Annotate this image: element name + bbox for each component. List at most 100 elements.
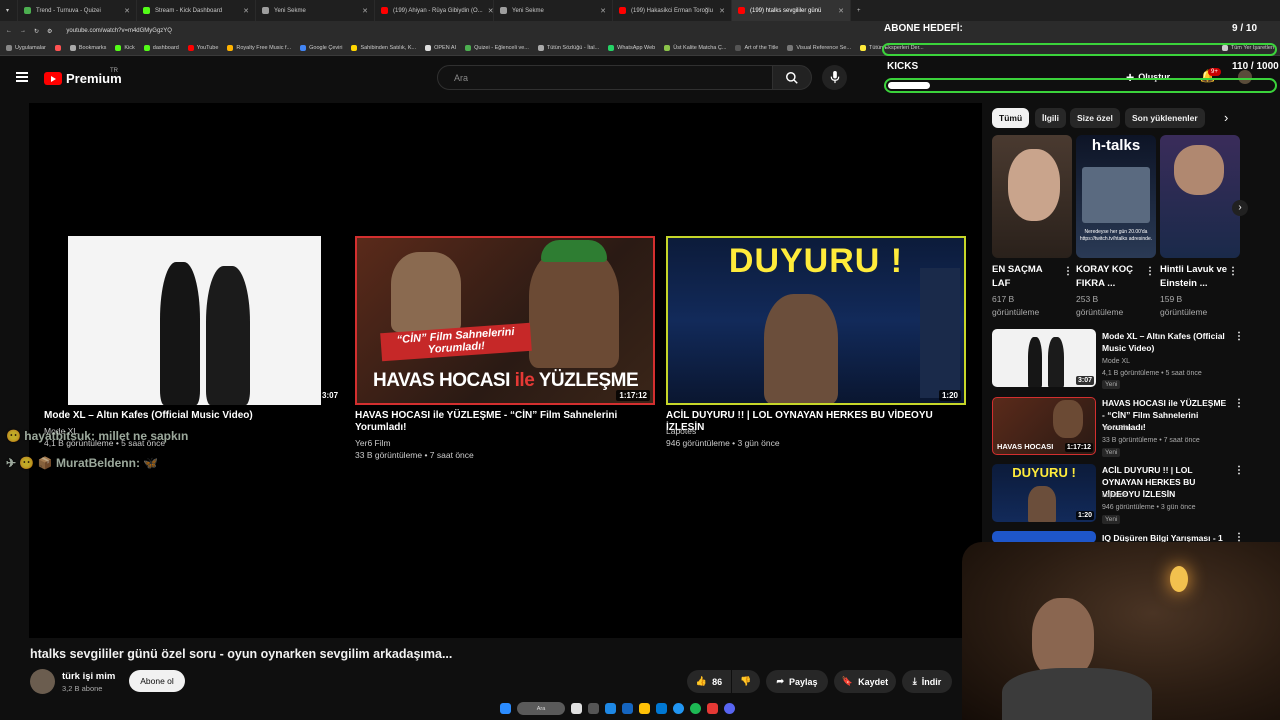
bookmark-item[interactable]: WhatsApp Web [608,45,655,51]
site-info-icon[interactable]: ⚙ [47,28,52,35]
chip-for-you[interactable]: Size özel [1070,108,1120,128]
taskbar-search[interactable]: Ara [517,702,565,715]
endcard-title[interactable]: ACİL DUYURU !! | LOL OYNAYAN HERKES BU V… [666,410,966,434]
bookmark-item[interactable]: Sahibinden Satılık, K... [351,45,416,51]
endcard-title[interactable]: HAVAS HOCASI ile YÜZLEŞME - “CİN” Film S… [355,410,655,434]
app-icon[interactable] [605,703,616,714]
close-icon[interactable]: ✕ [362,7,368,15]
app-icon[interactable] [656,703,667,714]
save-button[interactable]: 🔖 Kaydet [834,670,896,693]
bookmark-item[interactable] [54,45,61,51]
endcard-thumbnail[interactable]: “CİN” Film Sahnelerini Yorumladı! HAVAS H… [355,236,655,405]
forward-icon[interactable]: → [20,28,26,34]
more-options-icon[interactable]: ⋮ [1063,266,1073,277]
bookmark-item[interactable]: Üst Kalite Matcha Ç... [664,45,726,51]
youtube-premium-logo[interactable]: Premium TR [44,68,122,86]
short-views: 253 B görüntüleme [1076,294,1124,317]
os-taskbar: Ara [500,697,780,720]
tab-list-button[interactable]: ▾ [0,0,18,21]
reload-icon[interactable]: ↻ [34,28,39,35]
short-thumbnail[interactable] [992,135,1072,258]
related-channel: Yer6 Film [1102,425,1132,432]
related-thumbnail[interactable]: HAVAS HOCASI 1:17:12 [992,397,1096,455]
browser-tab[interactable]: Yeni Sekme ✕ [494,0,613,21]
chrome-icon[interactable] [571,703,582,714]
windows-start-icon[interactable] [500,703,511,714]
endcard-thumbnail[interactable]: DUYURU ! 1:20 [666,236,966,405]
bookmark-item[interactable]: Kick [115,45,135,51]
close-icon[interactable]: ✕ [838,7,844,15]
duration-badge: 3:07 [322,391,339,400]
endcard-thumbnail[interactable] [68,236,321,405]
bookmark-item[interactable]: Google Çeviri [300,45,342,51]
endcard-title[interactable]: Mode XL – Altın Kafes (Official Music Vi… [44,410,344,422]
back-icon[interactable]: ← [6,28,12,34]
bookmark-icon: 🔖 [841,676,854,686]
close-icon[interactable]: ✕ [719,7,725,15]
video-player[interactable]: 3:07 Mode XL – Altın Kafes (Official Mus… [29,103,982,638]
channel-avatar[interactable] [30,669,55,694]
more-options-icon[interactable]: ⋮ [1234,398,1244,409]
chip-recent-uploads[interactable]: Son yüklenenler [1125,108,1205,128]
related-thumbnail[interactable]: DUYURU ! 1:20 [992,464,1096,522]
short-thumbnail[interactable]: h-talks Neredeyse her gün 20.00'da https… [1076,135,1156,258]
chip-related[interactable]: İlgili [1035,108,1066,128]
more-options-icon[interactable]: ⋮ [1234,331,1244,342]
chevron-right-icon[interactable]: › [1224,110,1228,125]
browser-tab[interactable]: (199) Hakasikci Erman Toroğlu ✕ [613,0,732,21]
bookmark-item[interactable]: dashboard [143,45,179,51]
download-button[interactable]: ⤓ İndir [902,670,952,693]
bookmark-item[interactable]: Quizei - Eğlenceli ve... [465,45,529,51]
channel-name[interactable]: türk işi mim [62,671,115,682]
subscribe-button[interactable]: Abone ol [129,670,185,692]
new-tab-button[interactable]: + [851,0,871,21]
bookmark-item[interactable]: YouTube [187,45,218,51]
close-icon[interactable]: ✕ [488,7,493,15]
url-field[interactable]: youtube.com/watch?v=m4dGMyGgzYQ [66,28,172,34]
green-cap-shape [541,240,607,262]
shorts-next-button[interactable]: › [1232,200,1248,216]
folder-icon[interactable] [639,703,650,714]
like-button[interactable]: 👍 86 [687,670,731,693]
app-icon[interactable] [622,703,633,714]
bookmark-item[interactable]: Art of the Title [735,45,778,51]
hamburger-menu-icon[interactable] [16,72,28,82]
short-title[interactable]: EN SAÇMA LAF [992,263,1062,291]
close-icon[interactable]: ✕ [243,7,249,15]
bookmark-item[interactable]: Visual Reference Se... [787,45,851,51]
voice-search-button[interactable] [822,65,847,90]
short-thumbnail[interactable] [1160,135,1240,258]
browser-tab[interactable]: Yeni Sekme ✕ [256,0,375,21]
related-thumbnail[interactable]: 3:07 [992,329,1096,387]
related-title[interactable]: Mode XL – Altın Kafes (Official Music Vi… [1102,330,1230,354]
obs-icon[interactable] [588,703,599,714]
bookmark-item[interactable]: OPEN AI [425,45,456,51]
related-meta: 946 görüntüleme • 3 gün önce [1102,504,1196,511]
browser-tab[interactable]: Trend - Turnuva - Quizei ✕ [18,0,137,21]
browser-tab[interactable]: (199) Ahiyan - Rüya Gibiydin (O... ✕ [375,0,494,21]
close-icon[interactable]: ✕ [600,7,606,15]
short-title[interactable]: Hintli Lavuk ve Einstein ... [1160,263,1230,291]
bookmark-item[interactable]: Tütün Sözlüğü - İtal... [537,45,599,51]
discord-icon[interactable] [724,703,735,714]
bookmark-item[interactable]: Uygulamalar [6,45,46,51]
more-options-icon[interactable]: ⋮ [1145,266,1155,277]
bookmark-item[interactable]: Bookmarks [69,45,106,51]
spotify-icon[interactable] [690,703,701,714]
download-icon: ⤓ [912,676,917,686]
app-icon[interactable] [673,703,684,714]
more-options-icon[interactable]: ⋮ [1228,266,1238,277]
browser-tab[interactable]: Stream - Kick Dashboard ✕ [137,0,256,21]
close-icon[interactable]: ✕ [124,7,130,15]
browser-tab-active[interactable]: (199) htalks sevgililer günü ✕ [732,0,851,21]
bookmark-item[interactable]: Royalty Free Music f... [227,45,291,51]
chip-all[interactable]: Tümü [992,108,1030,128]
search-input[interactable]: Ara [437,65,773,90]
shoulders-shape [1002,668,1152,720]
short-title[interactable]: KORAY KOÇ FIKRA ... [1076,263,1146,291]
app-icon[interactable] [707,703,718,714]
more-options-icon[interactable]: ⋮ [1234,465,1244,476]
dislike-button[interactable]: 👎 [732,670,760,693]
search-button[interactable] [772,65,812,90]
share-button[interactable]: ➦ Paylaş [766,670,828,693]
